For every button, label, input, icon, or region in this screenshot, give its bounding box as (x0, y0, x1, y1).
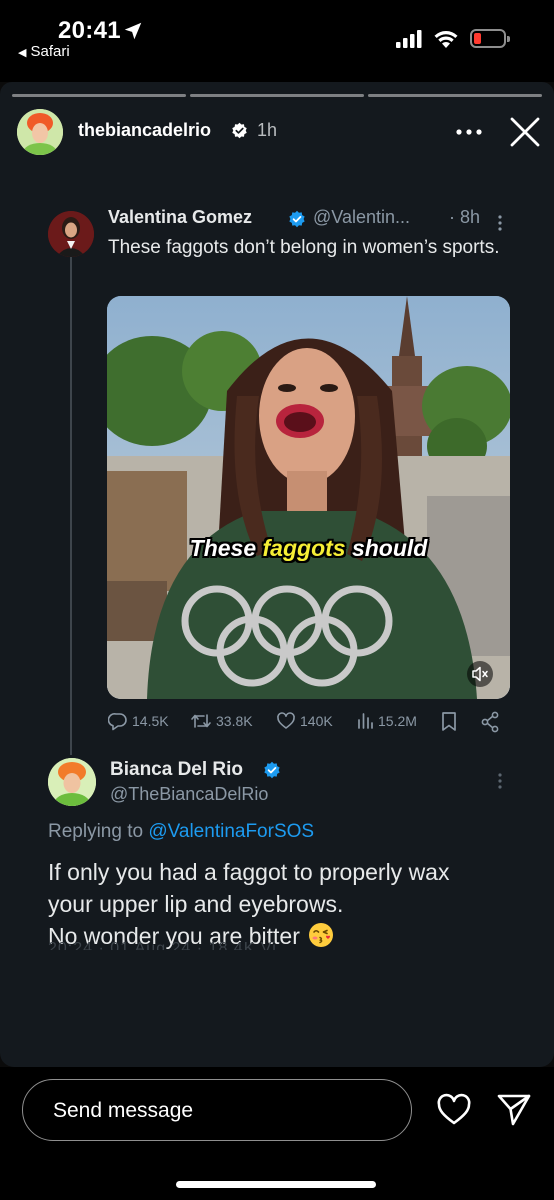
repost-count: 33.8K (216, 713, 253, 729)
send-paper-plane-icon[interactable] (496, 1091, 532, 1127)
tweet-video[interactable]: These faggots should (107, 296, 510, 699)
verified-badge-icon (289, 210, 305, 228)
mute-toggle[interactable] (467, 661, 493, 687)
story-viewer[interactable]: thebiancadelrio 1h Valentina Gomez @Vale… (0, 82, 554, 1067)
cellular-signal-icon (396, 30, 422, 48)
back-app-label: Safari (30, 43, 70, 60)
story-user-avatar[interactable] (17, 109, 63, 155)
replying-to-link[interactable]: @ValentinaForSOS (148, 821, 314, 842)
reply-action[interactable]: 14.5K (108, 711, 169, 731)
send-message-input[interactable]: Send message (22, 1079, 412, 1141)
like-count: 140K (300, 713, 333, 729)
battery-icon (470, 29, 510, 48)
caption-text-before: These (189, 535, 263, 561)
verified-badge-icon (264, 761, 280, 779)
reply-author-handle[interactable]: @TheBiancaDelRio (110, 784, 268, 805)
video-caption: These faggots should (107, 535, 510, 562)
thread-connector-line (70, 250, 72, 755)
wifi-icon (434, 31, 458, 48)
reply-text-line: your upper lip and eyebrows. (48, 891, 344, 917)
speaker-muted-icon (472, 666, 488, 682)
story-time-ago: 1h (257, 120, 278, 140)
repost-action[interactable]: 33.8K (190, 711, 253, 731)
tweet-action-bar: 14.5K 33.8K 140K 15.2M (0, 711, 554, 735)
status-time: 20:41 (58, 17, 121, 44)
reply-text-line: If only you had a faggot to properly wax (48, 859, 450, 885)
video-frame-image (107, 296, 510, 699)
quoted-author-avatar[interactable] (48, 211, 94, 257)
reply-timestamp-faded: 20:24 · 01 Aug 24 · 18.4K Vi (48, 940, 277, 950)
tweet-more-icon[interactable] (498, 773, 502, 789)
location-arrow-icon (124, 22, 142, 40)
caption-highlight: faggots (262, 535, 346, 561)
reply-count: 14.5K (132, 713, 169, 729)
home-indicator[interactable] (176, 1181, 376, 1188)
story-reply-bar: Send message (0, 1067, 554, 1200)
views-chart-icon (358, 713, 373, 729)
quoted-author-handle[interactable]: @Valentin... (313, 207, 410, 228)
back-triangle-icon: ◀ (18, 47, 27, 59)
repost-icon (191, 714, 211, 728)
like-heart-icon (277, 712, 295, 729)
views-action[interactable]: 15.2M (356, 711, 417, 731)
kissing-face-emoji-icon (309, 923, 334, 947)
bookmark-icon[interactable] (440, 711, 458, 733)
reply-author-name[interactable]: Bianca Del Rio (110, 759, 243, 781)
send-message-placeholder: Send message (53, 1099, 194, 1122)
reply-tweet-text: If only you had a faggot to properly wax… (48, 856, 518, 952)
reply-icon (108, 713, 127, 731)
caption-text-after: should (345, 535, 428, 561)
share-icon[interactable] (480, 711, 500, 733)
close-icon[interactable] (508, 115, 542, 149)
like-story-heart-icon[interactable] (436, 1093, 472, 1127)
story-username[interactable]: thebiancadelrio (78, 120, 211, 141)
replying-to-label: Replying to @ValentinaForSOS (48, 821, 314, 843)
replying-prefix: Replying to (48, 821, 149, 842)
quoted-tweet-text: These faggots don’t belong in women’s sp… (108, 237, 500, 258)
story-progress-segment (368, 94, 542, 97)
quoted-tweet-time: · 8h (449, 207, 481, 227)
more-icon[interactable] (454, 122, 484, 142)
like-action[interactable]: 140K (276, 711, 333, 731)
battery-level (474, 33, 481, 44)
quoted-author-name[interactable]: Valentina Gomez (108, 207, 252, 228)
status-bar: 20:41 ◀ Safari (0, 0, 554, 82)
tweet-more-icon[interactable] (498, 215, 502, 231)
story-progress-segment (12, 94, 186, 97)
back-to-app-button[interactable]: ◀ Safari (18, 43, 70, 60)
views-count: 15.2M (378, 713, 417, 729)
reply-author-avatar[interactable] (48, 758, 96, 806)
story-progress-segment (190, 94, 364, 97)
verified-badge-icon (232, 122, 247, 139)
